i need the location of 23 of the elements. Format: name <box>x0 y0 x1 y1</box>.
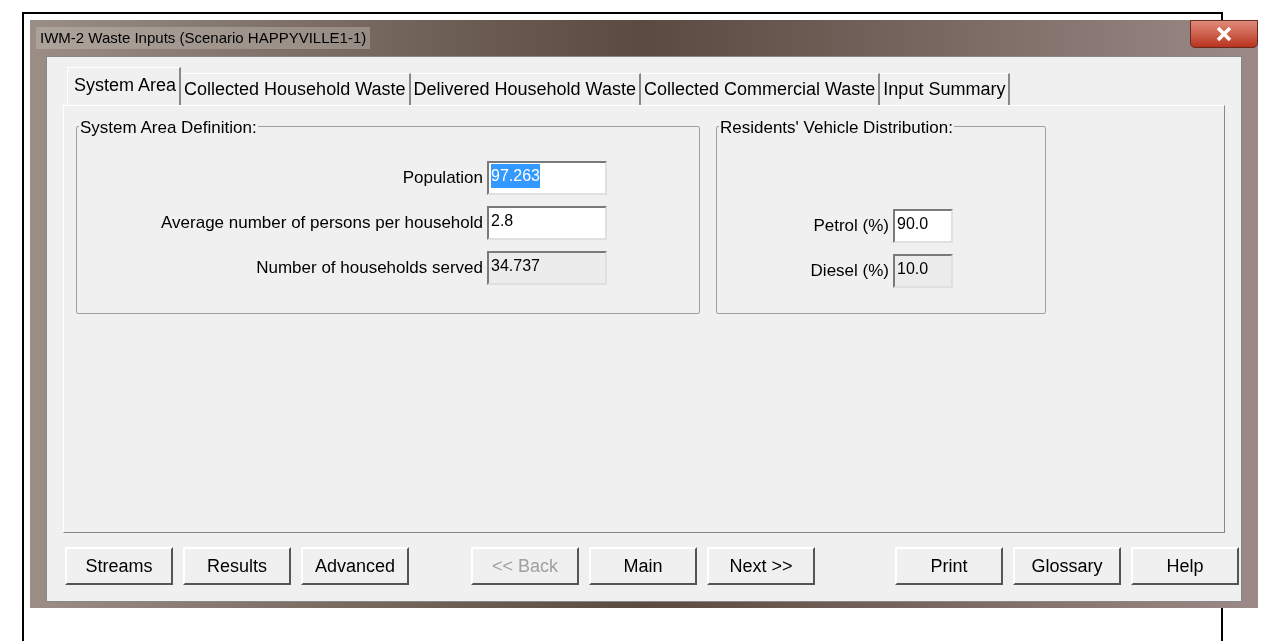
dialog-button[interactable]: Help <box>1131 547 1240 585</box>
tab[interactable]: Input Summary <box>880 73 1011 105</box>
tab[interactable]: Collected Commercial Waste <box>640 73 881 105</box>
dialog-button[interactable]: Next >> <box>707 547 816 585</box>
close-button[interactable] <box>1190 20 1258 48</box>
tab[interactable]: Delivered Household Waste <box>410 73 641 105</box>
dialog-button[interactable]: Print <box>895 547 1004 585</box>
dialog-button[interactable]: Main <box>589 547 698 585</box>
dialog-button[interactable]: Streams <box>65 547 173 585</box>
field-label: Petrol (%) <box>813 215 889 238</box>
close-icon <box>1216 27 1232 41</box>
field-label: Diesel (%) <box>810 260 889 283</box>
field-label: Population <box>402 167 483 190</box>
window-title: IWM-2 Waste Inputs (Scenario HAPPYVILLE1-1) <box>36 26 371 50</box>
dialog-button[interactable]: Results <box>183 547 291 585</box>
field-label: Average number of persons per household <box>161 212 483 235</box>
dialog-button[interactable]: Glossary <box>1013 547 1122 585</box>
dialog-button[interactable]: Advanced <box>301 547 410 585</box>
input-field[interactable]: 90.0 <box>893 209 953 243</box>
input-field[interactable]: 2.8 <box>487 206 607 240</box>
tab[interactable]: System Area <box>67 67 182 105</box>
field-label: Number of households served <box>256 257 483 280</box>
tab[interactable]: Collected Household Waste <box>181 73 411 105</box>
